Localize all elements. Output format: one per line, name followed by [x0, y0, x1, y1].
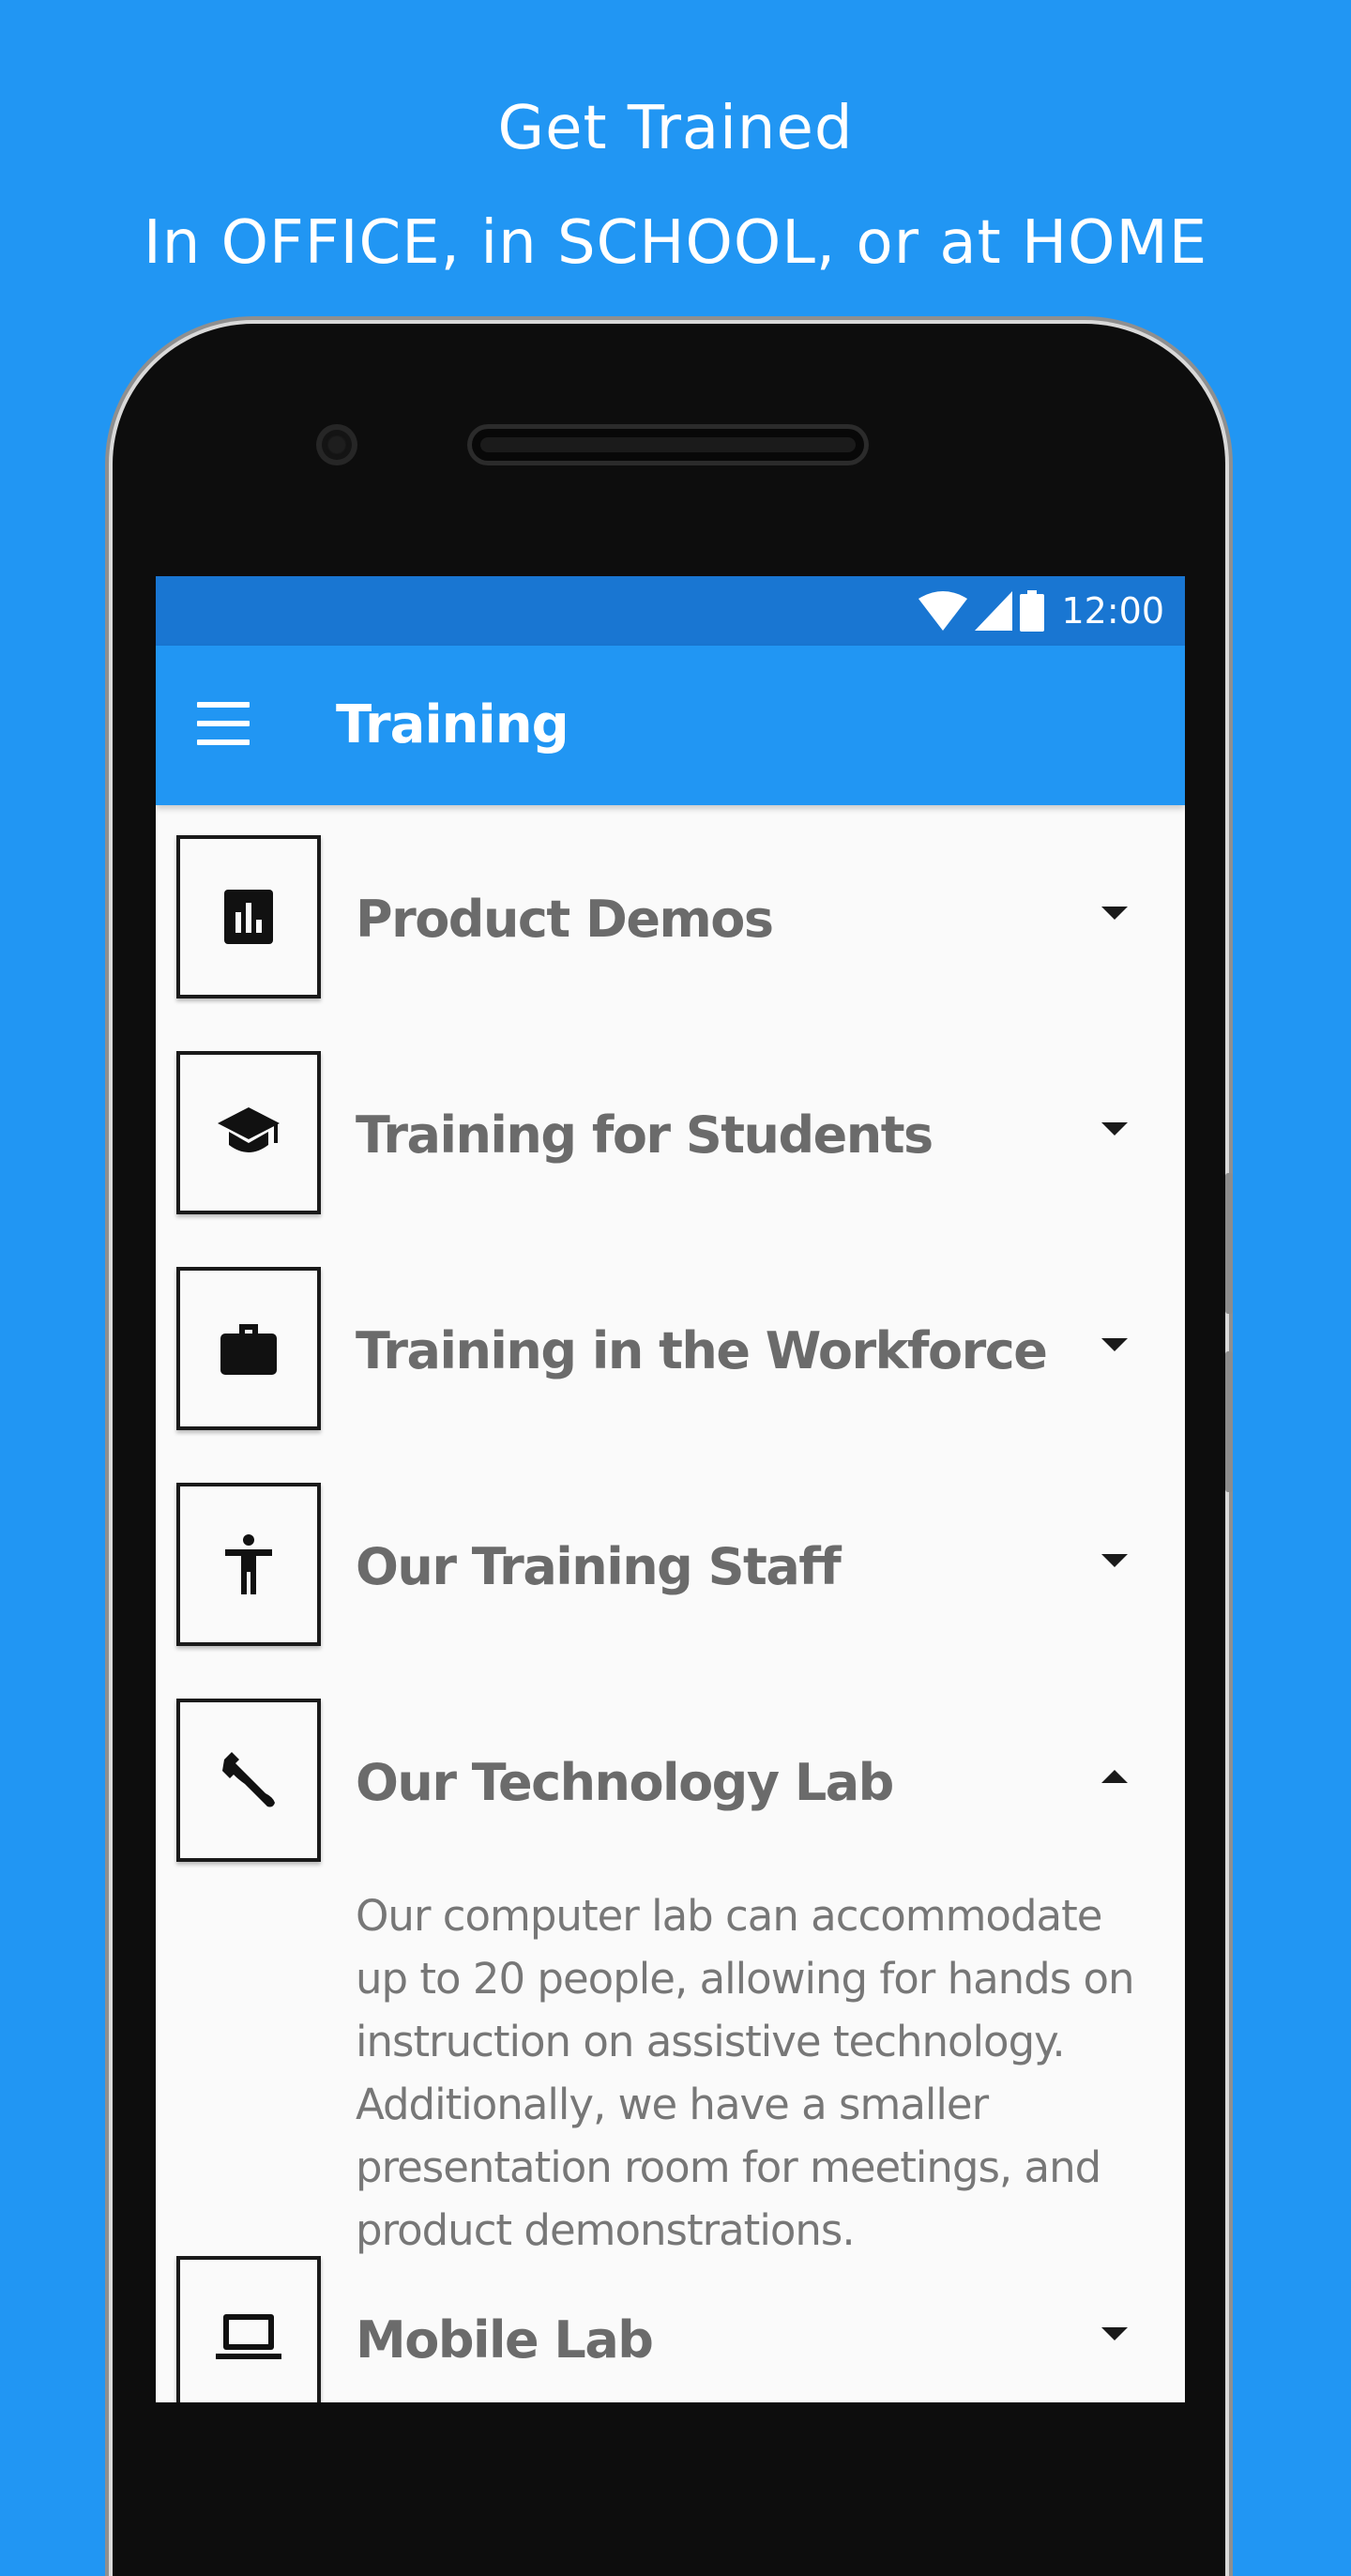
- list-item-our-technology-lab[interactable]: Our Technology Lab Our computer lab can …: [156, 1669, 1185, 2255]
- item-icon-box: [176, 835, 321, 998]
- item-label: Our Training Staff: [356, 1537, 842, 1596]
- item-icon-box: [176, 1699, 321, 1862]
- expand-arrow-icon[interactable]: [1101, 907, 1128, 920]
- list-item-training-in-the-workforce[interactable]: Training in the Workforce: [156, 1237, 1185, 1453]
- expand-arrow-icon[interactable]: [1101, 1338, 1128, 1351]
- briefcase-icon: [220, 1324, 277, 1375]
- item-icon-box: [176, 1051, 321, 1214]
- signal-icon: [975, 591, 1013, 631]
- power-button: [1225, 1351, 1233, 1492]
- item-icon-box: [176, 1267, 321, 1430]
- graduation-cap-icon: [218, 1107, 280, 1152]
- item-description: Our computer lab can accommodate up to 2…: [356, 1891, 1135, 2255]
- bar-chart-icon: [224, 890, 273, 944]
- list-item-training-for-students[interactable]: Training for Students: [156, 1021, 1185, 1237]
- wifi-icon: [918, 591, 968, 631]
- item-label: Mobile Lab: [356, 2310, 654, 2370]
- list-item-mobile-lab[interactable]: Mobile Lab: [156, 2226, 1185, 2402]
- item-label: Training in the Workforce: [356, 1321, 1048, 1380]
- item-icon-box: [176, 2256, 321, 2402]
- app-title: Training: [336, 694, 569, 755]
- expand-arrow-icon[interactable]: [1101, 2327, 1128, 2340]
- volume-button: [1225, 1173, 1233, 1314]
- promo-subheadline: In OFFICE, in SCHOOL, or at HOME: [143, 208, 1208, 278]
- item-label: Our Technology Lab: [356, 1753, 894, 1812]
- accessibility-icon: [225, 1534, 272, 1594]
- list-item-product-demos[interactable]: Product Demos: [156, 805, 1185, 1021]
- collapse-arrow-icon[interactable]: [1101, 1770, 1128, 1783]
- item-label: Product Demos: [356, 890, 774, 949]
- status-bar: 12:00: [156, 576, 1185, 646]
- expand-arrow-icon[interactable]: [1101, 1554, 1128, 1567]
- item-icon-box: [176, 1483, 321, 1646]
- training-list: Product Demos Training for Students Trai…: [156, 805, 1185, 2402]
- menu-icon[interactable]: [197, 702, 250, 749]
- battery-icon: [1020, 590, 1045, 632]
- device-screen: 12:00 Training Product Demos Training fo…: [156, 576, 1185, 2402]
- laptop-icon: [216, 2314, 281, 2359]
- item-label: Training for Students: [356, 1105, 934, 1165]
- front-camera: [316, 424, 357, 465]
- app-bar: Training: [156, 646, 1185, 805]
- expand-arrow-icon[interactable]: [1101, 1122, 1128, 1136]
- list-item-our-training-staff[interactable]: Our Training Staff: [156, 1453, 1185, 1669]
- wrench-icon: [222, 1752, 275, 1807]
- status-time: 12:00: [1061, 590, 1164, 632]
- promo-headline: Get Trained: [497, 94, 854, 163]
- earpiece-speaker: [467, 424, 869, 465]
